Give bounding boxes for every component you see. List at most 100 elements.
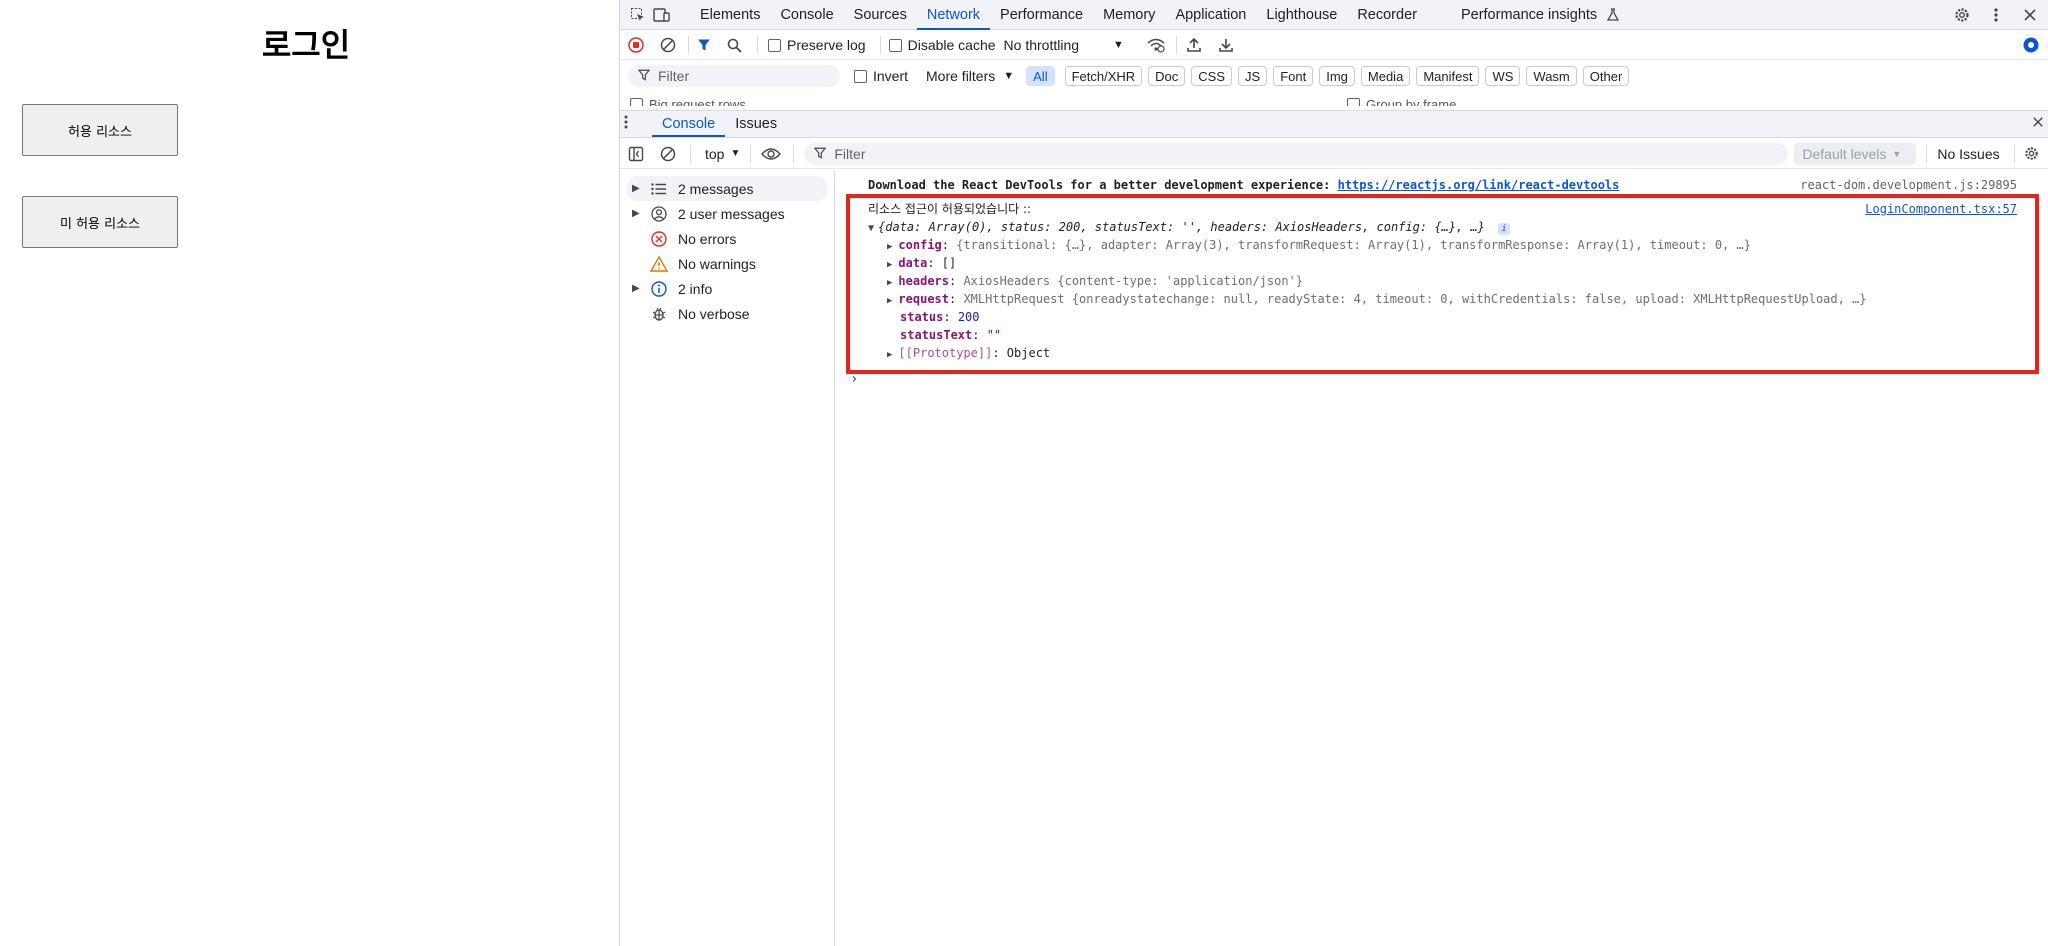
filter-funnel-icon: [637, 68, 651, 84]
console-filter-input[interactable]: Filter: [804, 142, 1789, 165]
log-message-access-allowed: 리소스 접근이 허용되었습니다 :: LoginComponent.tsx:57: [868, 200, 2017, 218]
prop-row-request[interactable]: ▶ request: XMLHttpRequest {onreadystatech…: [836, 290, 2048, 308]
info-badge-icon: i: [1498, 223, 1511, 235]
log-levels-dropdown[interactable]: Default levels ▼: [1794, 142, 1917, 165]
upload-icon[interactable]: [1187, 37, 1207, 53]
filter-type-fetch-xhr[interactable]: Fetch/XHR: [1064, 66, 1143, 86]
filter-type-font[interactable]: Font: [1273, 66, 1314, 86]
prop-row-data[interactable]: ▶ data: []: [836, 254, 2048, 272]
prop-row-prototype[interactable]: ▶ [[Prototype]]: Object: [836, 344, 2048, 362]
chevron-down-icon: ▼: [1892, 148, 1902, 159]
drawer-tab-console[interactable]: Console: [652, 111, 726, 137]
devtools-tabbar: Elements Console Sources Network Perform…: [620, 0, 2048, 30]
tab-console[interactable]: Console: [770, 0, 843, 30]
expand-arrow-icon: ▶: [887, 350, 893, 360]
big-request-rows-checkbox[interactable]: Big request rows: [630, 97, 746, 106]
tab-lighthouse[interactable]: Lighthouse: [1256, 0, 1347, 30]
record-stop-icon[interactable]: [628, 37, 648, 53]
sidebar-item-info[interactable]: ▶ 2 info: [620, 276, 834, 301]
network-conditions-icon[interactable]: [1146, 37, 1166, 53]
clear-icon[interactable]: [660, 37, 680, 53]
filter-type-wasm[interactable]: Wasm: [1526, 66, 1577, 86]
filter-type-all[interactable]: All: [1026, 66, 1055, 86]
allowed-resource-button[interactable]: 허용 리소스: [22, 104, 178, 156]
network-options-row: Big request rows Group by frame: [620, 92, 2048, 106]
tab-application[interactable]: Application: [1165, 0, 1256, 30]
filter-funnel-icon[interactable]: [697, 38, 717, 52]
expand-arrow-icon: ▶: [632, 283, 640, 294]
expand-arrow-icon: ▶: [887, 242, 893, 252]
denied-resource-button[interactable]: 미 허용 리소스: [22, 196, 178, 248]
sidebar-item-messages[interactable]: ▶ 2 messages: [626, 176, 828, 201]
sidebar-item-verbose[interactable]: No verbose: [620, 301, 834, 326]
react-devtools-link[interactable]: https://reactjs.org/link/react-devtools: [1338, 178, 1620, 192]
sidebar-toggle-icon[interactable]: [628, 146, 648, 162]
console-log-area: Download the React DevTools for a better…: [836, 170, 2048, 946]
inspect-element-icon[interactable]: [626, 3, 650, 27]
log-source-login-component[interactable]: LoginComponent.tsx:57: [1865, 200, 2017, 218]
tab-elements[interactable]: Elements: [690, 0, 770, 30]
filter-type-img[interactable]: Img: [1319, 66, 1355, 86]
tab-memory[interactable]: Memory: [1093, 0, 1165, 30]
page-title: 로그인: [261, 26, 351, 64]
network-filter-input[interactable]: Filter: [628, 65, 840, 87]
tab-network[interactable]: Network: [916, 0, 991, 30]
tab-sources[interactable]: Sources: [844, 0, 917, 30]
log-source-react-dom[interactable]: react-dom.development.js:29895: [1800, 176, 2017, 194]
filter-type-doc[interactable]: Doc: [1148, 66, 1186, 86]
flask-icon: [1601, 3, 1625, 27]
info-icon: [646, 280, 672, 297]
issues-count[interactable]: No Issues: [1937, 146, 1999, 162]
prop-row-status: status: 200: [900, 310, 980, 324]
devtools-panel: Elements Console Sources Network Perform…: [619, 0, 2048, 946]
console-sidebar: ▶ 2 messages ▶ 2 user messages No errors: [620, 170, 835, 946]
prop-row-headers[interactable]: ▶ headers: AxiosHeaders {content-type: 'a…: [836, 272, 2048, 290]
bug-icon: [646, 306, 672, 322]
disable-cache-checkbox[interactable]: Disable cache: [888, 37, 996, 53]
filter-type-manifest[interactable]: Manifest: [1416, 66, 1480, 86]
network-settings-gear-icon[interactable]: [2022, 36, 2044, 54]
console-toolbar: top ▼ Filter Default levels ▼ No Issues: [620, 139, 2048, 169]
group-by-frame-checkbox[interactable]: Group by frame: [1347, 97, 1456, 106]
device-toolbar-icon[interactable]: [650, 3, 674, 27]
context-select[interactable]: top ▼: [705, 146, 740, 162]
throttling-select[interactable]: No throttling ▼: [1004, 37, 1124, 53]
filter-type-ws[interactable]: WS: [1485, 66, 1521, 86]
prop-row-config[interactable]: ▶ config: {transitional: {…}, adapter: Ar…: [836, 236, 2048, 254]
invert-checkbox[interactable]: Invert: [854, 68, 908, 84]
filter-type-js[interactable]: JS: [1238, 66, 1268, 86]
search-icon[interactable]: [727, 38, 747, 53]
live-expression-eye-icon[interactable]: [761, 147, 783, 161]
close-drawer-icon[interactable]: [2032, 116, 2044, 132]
log-message-react-devtools: Download the React DevTools for a better…: [868, 176, 2017, 194]
network-filter-row: Filter Invert More filters ▼ All Fetch/XH…: [620, 61, 2048, 91]
settings-gear-icon[interactable]: [1950, 3, 1974, 27]
collapse-arrow-icon: ▼: [868, 223, 875, 234]
console-prompt[interactable]: ›: [836, 370, 2048, 388]
drawer-tabbar: Console Issues: [620, 110, 2048, 138]
drawer-tab-issues[interactable]: Issues: [725, 111, 787, 137]
filter-type-media[interactable]: Media: [1360, 66, 1411, 86]
tab-recorder[interactable]: Recorder: [1347, 0, 1427, 30]
download-icon[interactable]: [1219, 37, 1239, 53]
tab-performance-insights[interactable]: Performance insights: [1451, 0, 1601, 30]
more-options-icon[interactable]: [1984, 3, 2008, 27]
sidebar-item-warnings[interactable]: No warnings: [620, 251, 834, 276]
preserve-log-checkbox[interactable]: Preserve log: [768, 37, 866, 53]
filter-funnel-icon: [813, 146, 827, 162]
drawer-menu-icon[interactable]: [624, 115, 644, 133]
chevron-down-icon: ▼: [1003, 70, 1015, 82]
tab-performance[interactable]: Performance: [990, 0, 1093, 30]
prop-row-statustext: statusText: "": [900, 328, 1002, 342]
object-summary-row[interactable]: ▼ {data: Array(0), status: 200, statusTex…: [836, 218, 2048, 236]
clear-console-icon[interactable]: [660, 146, 680, 162]
warning-icon: [646, 255, 672, 272]
console-settings-gear-icon[interactable]: [2023, 145, 2043, 162]
close-devtools-icon[interactable]: [2018, 3, 2042, 27]
more-filters-dropdown[interactable]: More filters ▼: [926, 68, 1014, 84]
sidebar-item-errors[interactable]: No errors: [620, 226, 834, 251]
sidebar-item-user-messages[interactable]: ▶ 2 user messages: [620, 201, 834, 226]
user-icon: [646, 205, 672, 222]
filter-type-other[interactable]: Other: [1582, 66, 1630, 86]
filter-type-css[interactable]: CSS: [1191, 66, 1233, 86]
